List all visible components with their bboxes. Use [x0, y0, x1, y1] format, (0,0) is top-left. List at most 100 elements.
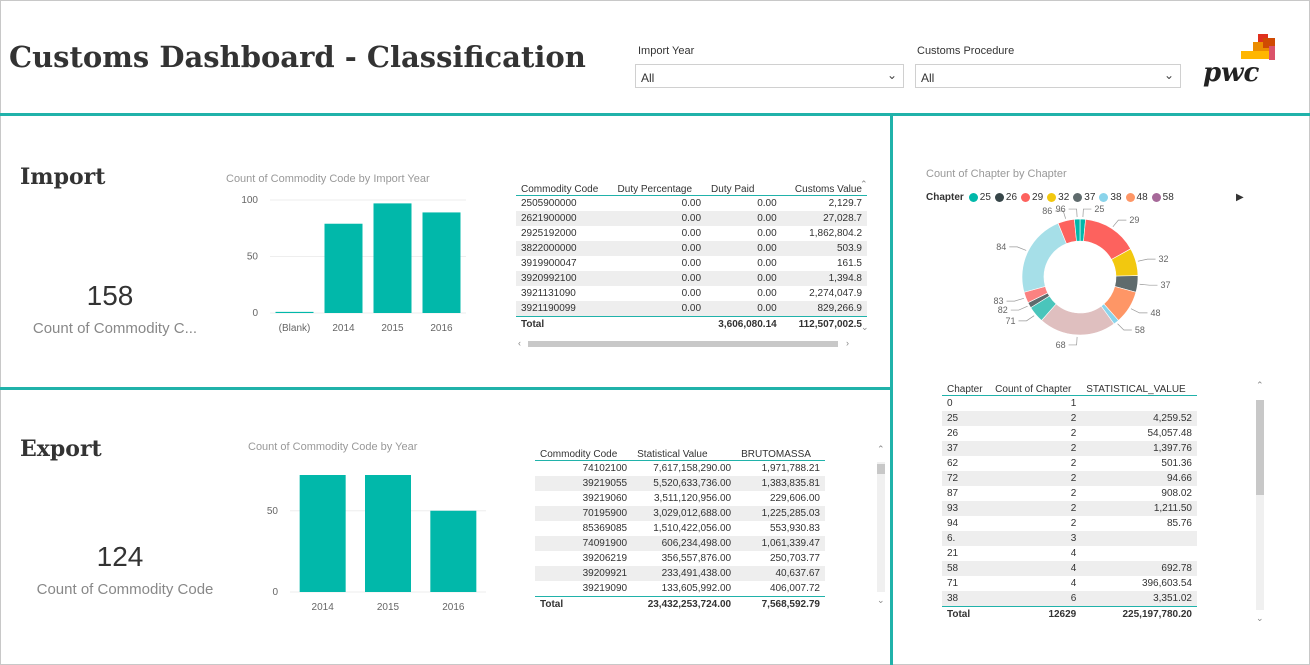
chevron-down-icon[interactable]: ⌄ — [1164, 68, 1174, 82]
table-row[interactable]: 25 2 4,259.52 — [942, 411, 1197, 426]
chapter-chart-title: Count of Chapter by Chapter — [926, 168, 1067, 180]
scroll-thumb[interactable] — [1256, 400, 1264, 495]
table-row[interactable]: 70195900 3,029,012,688.00 1,225,285.03 — [535, 506, 825, 521]
column-header[interactable]: Statistical Value — [632, 440, 737, 461]
table-row[interactable]: 62 2 501.36 — [942, 456, 1197, 471]
table-row[interactable]: 26 2 54,057.48 — [942, 426, 1197, 441]
table-row[interactable]: 39219090 133,605,992.00 406,007.72 — [535, 581, 825, 597]
column-header[interactable]: Commodity Code — [516, 175, 613, 196]
table-row[interactable]: 6. 3 — [942, 531, 1197, 546]
table-cell: 0.00 — [757, 258, 777, 269]
import-kpi-value: 158 — [86, 280, 134, 311]
table-row[interactable]: 3919900047 0.00 0.00 161.5 — [516, 256, 867, 271]
import-bar-chart: 0 50 100 (Blank) 2014 2015 2016 — [241, 195, 466, 334]
table-cell — [612, 316, 707, 332]
legend-item[interactable]: 58 — [1151, 192, 1174, 203]
table-row[interactable]: 74091900 606,234,498.00 1,061,339.47 — [535, 536, 825, 551]
table-row[interactable]: 3921131090 0.00 0.00 2,274,047.9 — [516, 286, 867, 301]
column-header[interactable]: Chapter — [942, 375, 991, 396]
chevron-down-icon[interactable]: ⌄ — [887, 68, 897, 82]
table-row[interactable]: 72 2 94.66 — [942, 471, 1197, 486]
table-row[interactable]: 38 6 3,351.02 — [942, 591, 1197, 607]
table-row[interactable]: 2621900000 0.00 0.00 27,028.7 — [516, 211, 867, 226]
leader-line — [1006, 297, 1025, 302]
bar[interactable] — [324, 223, 363, 313]
table-cell: 39209921 — [535, 566, 633, 581]
legend-item[interactable]: 29 — [1021, 192, 1043, 203]
export-table-vscroll[interactable] — [877, 462, 885, 592]
bar[interactable] — [299, 475, 346, 592]
table-row[interactable]: 39219060 3,511,120,956.00 229,606.00 — [535, 491, 825, 506]
column-header[interactable]: Duty Paid — [706, 175, 782, 196]
table-cell: 0.00 — [681, 198, 702, 209]
table-cell: 62 — [947, 458, 959, 469]
table-row[interactable]: 37 2 1,397.76 — [942, 441, 1197, 456]
customs-procedure-slicer[interactable]: All ⌄ — [915, 64, 1181, 88]
column-header[interactable]: Customs Value — [781, 175, 867, 196]
scroll-up-icon[interactable]: ⌃ — [860, 179, 868, 190]
column-header[interactable]: Count of Chapter — [990, 375, 1082, 396]
scroll-down-icon[interactable]: ⌄ — [861, 322, 869, 333]
table-row[interactable]: 93 2 1,211.50 — [942, 501, 1197, 516]
scroll-up-icon[interactable]: ⌃ — [1256, 380, 1264, 391]
legend-item[interactable]: 26 — [994, 192, 1017, 203]
table-row[interactable]: 94 2 85.76 — [942, 516, 1197, 531]
table-row[interactable]: 85369085 1,510,422,056.00 553,930.83 — [535, 521, 825, 536]
bar[interactable] — [365, 475, 411, 592]
bar[interactable] — [430, 510, 477, 592]
import-table: Commodity Code Duty Percentage Duty Paid Cu… — [516, 175, 867, 332]
column-header[interactable]: STATISTICAL_VALUE — [1081, 375, 1197, 396]
table-cell: 87 — [947, 488, 959, 499]
legend-item[interactable]: 25 — [968, 192, 991, 203]
column-header[interactable]: BRUTOMASSA — [736, 440, 825, 461]
bar[interactable] — [373, 203, 412, 313]
table-row[interactable]: 74102100 7,617,158,290.00 1,971,788.21 — [535, 461, 825, 477]
table-cell: 233,491,438.00 — [632, 566, 737, 581]
table-cell: 21 — [947, 548, 959, 559]
table-row[interactable]: 39206219 356,557,876.00 250,703.77 — [535, 551, 825, 566]
table-cell: 12629 — [990, 606, 1082, 622]
table-row[interactable]: 3921190099 0.00 0.00 829,266.9 — [516, 301, 867, 317]
table-row[interactable]: 01 — [942, 396, 1197, 412]
scroll-down-icon[interactable]: ⌄ — [877, 595, 885, 606]
donut-slice[interactable] — [1021, 222, 1067, 293]
donut-slice[interactable] — [1041, 303, 1115, 336]
table-cell: 58 — [942, 561, 991, 576]
column-header[interactable]: Duty Percentage — [612, 175, 707, 196]
legend-item[interactable]: 38 — [1099, 192, 1122, 203]
table-row[interactable]: 2925192000 0.00 0.00 1,862,804.2 — [516, 226, 867, 241]
scroll-thumb[interactable] — [877, 464, 885, 474]
table-cell: 1,397.76 — [1081, 441, 1197, 456]
table-cell: 229,606.00 — [769, 493, 820, 504]
table-row[interactable]: 58 4 692.78 — [942, 561, 1197, 576]
table-row[interactable]: 87 2 908.02 — [942, 486, 1197, 501]
bar[interactable] — [275, 311, 314, 313]
column-header[interactable]: Commodity Code — [535, 440, 633, 461]
scroll-up-icon[interactable]: ⌃ — [877, 444, 885, 455]
import-year-slicer[interactable]: All ⌄ — [635, 64, 904, 88]
table-row[interactable]: 71 4 396,603.54 — [942, 576, 1197, 591]
scroll-left-icon[interactable]: ‹ — [518, 338, 521, 348]
import-table-hscroll[interactable] — [528, 341, 838, 347]
table-row[interactable]: 2505900000 0.00 0.00 2,129.7 — [516, 196, 867, 212]
legend-item[interactable]: 48 — [1125, 192, 1148, 203]
chapter-table-vscroll[interactable] — [1256, 400, 1264, 610]
legend-item[interactable]: 32 — [1047, 192, 1069, 203]
table-cell: 3920992100 — [516, 271, 613, 286]
legend-next-icon[interactable]: ▶ — [1236, 192, 1244, 203]
bar[interactable] — [422, 212, 461, 313]
table-row[interactable]: 39219055 5,520,633,736.00 1,383,835.81 — [535, 476, 825, 491]
table-cell: 225,197,780.20 — [1081, 606, 1197, 622]
table-row[interactable]: 21 4 — [942, 546, 1197, 561]
table-row[interactable]: 39209921 233,491,438.00 40,637.67 — [535, 566, 825, 581]
scroll-right-icon[interactable]: › — [846, 338, 849, 348]
leader-line — [1068, 336, 1078, 346]
table-cell: 0.00 — [612, 301, 707, 317]
table-row[interactable]: 3822000000 0.00 0.00 503.9 — [516, 241, 867, 256]
legend-item[interactable]: 37 — [1073, 192, 1095, 203]
table-row[interactable]: 3920992100 0.00 0.00 1,394.8 — [516, 271, 867, 286]
table-cell: 1,211.50 — [1081, 501, 1197, 516]
table-cell: 39219060 — [582, 493, 628, 504]
export-chart-title: Count of Commodity Code by Year — [248, 441, 418, 453]
scroll-down-icon[interactable]: ⌄ — [1256, 613, 1264, 624]
